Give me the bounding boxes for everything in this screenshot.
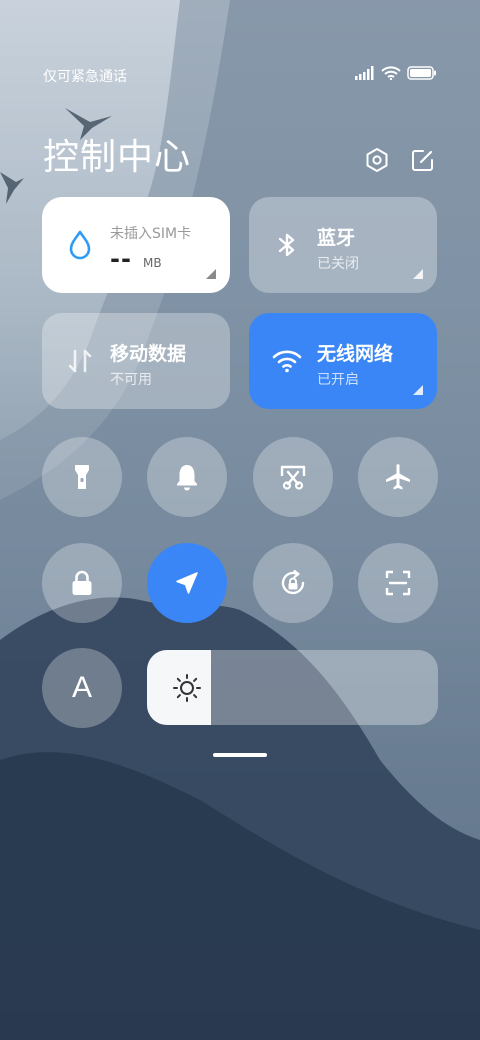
expand-corner-icon — [413, 269, 423, 279]
data-usage-number: -- — [110, 245, 132, 273]
lock-screen-toggle[interactable] — [42, 543, 122, 623]
font-icon: A — [71, 671, 92, 704]
signal-icon — [355, 66, 374, 80]
scanner-toggle[interactable] — [358, 543, 438, 623]
status-bar: 仅可紧急通话 — [43, 66, 437, 86]
wifi-title: 无线网络 — [317, 343, 394, 365]
battery-icon — [407, 66, 436, 80]
data-usage-value: -- MB — [110, 245, 162, 273]
font-size-toggle[interactable]: A — [42, 648, 122, 728]
mobile-data-tile[interactable]: 移动数据 不可用 — [42, 313, 230, 409]
mobile-data-title: 移动数据 — [110, 343, 187, 365]
expand-corner-icon — [206, 269, 216, 279]
bluetooth-icon — [278, 233, 295, 257]
rotation-lock-icon — [281, 569, 305, 595]
edit-icon[interactable] — [409, 146, 437, 174]
brightness-icon — [173, 674, 201, 702]
screenshot-toggle[interactable] — [253, 437, 333, 517]
carrier-text: 仅可紧急通话 — [43, 69, 127, 85]
bluetooth-status: 已关闭 — [317, 256, 359, 272]
system-icons — [355, 66, 437, 80]
brightness-slider[interactable] — [147, 650, 438, 725]
mobile-data-icon — [68, 349, 92, 373]
wifi-icon — [381, 66, 401, 80]
airplane-icon — [386, 464, 410, 490]
wifi-status: 已开启 — [317, 372, 359, 388]
wifi-tile[interactable]: 无线网络 已开启 — [249, 313, 437, 409]
flashlight-toggle[interactable] — [42, 437, 122, 517]
water-drop-icon — [69, 230, 91, 260]
wifi-icon — [272, 350, 302, 373]
drag-handle[interactable] — [213, 753, 267, 757]
location-arrow-icon — [176, 572, 198, 594]
ringer-toggle[interactable] — [147, 437, 227, 517]
settings-icon[interactable] — [363, 146, 391, 174]
location-toggle[interactable] — [147, 543, 227, 623]
screenshot-icon — [280, 465, 306, 490]
page-title: 控制中心 — [43, 137, 192, 178]
expand-corner-icon — [413, 385, 423, 395]
flashlight-icon — [75, 465, 89, 489]
lock-icon — [72, 570, 92, 595]
data-usage-tile[interactable]: 未插入SIM卡 -- MB — [42, 197, 230, 293]
data-usage-unit: MB — [143, 256, 162, 270]
bell-icon — [177, 465, 197, 491]
bluetooth-title: 蓝牙 — [317, 227, 356, 249]
auto-rotate-toggle[interactable] — [253, 543, 333, 623]
mobile-data-status: 不可用 — [110, 372, 152, 388]
sim-status-label: 未插入SIM卡 — [110, 226, 192, 242]
airplane-mode-toggle[interactable] — [358, 437, 438, 517]
bluetooth-tile[interactable]: 蓝牙 已关闭 — [249, 197, 437, 293]
scan-icon — [385, 570, 411, 596]
